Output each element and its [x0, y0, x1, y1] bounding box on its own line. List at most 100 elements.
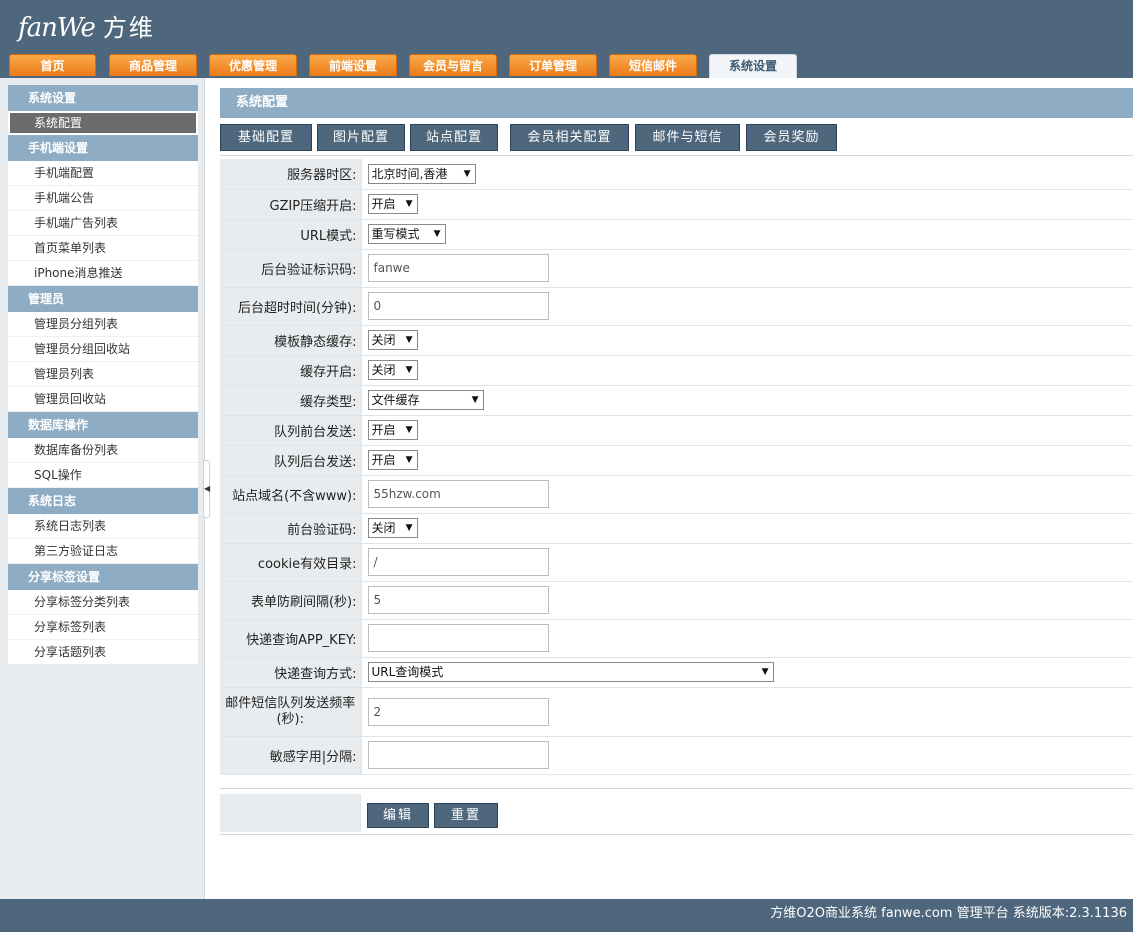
field-label: 快递查询方式:	[220, 657, 362, 688]
footer: 方维O2O商业系统 fanwe.com 管理平台 系统版本:2.3.1136	[0, 899, 1133, 932]
nav-tab-home[interactable]: 首页	[9, 54, 96, 76]
queue-frequency-input[interactable]: 2	[367, 697, 549, 726]
sidebar-item-system-logs[interactable]: 系统日志列表	[8, 514, 198, 539]
form-row-site-domain: 站点域名(不含www): 55hzw.com	[220, 475, 1133, 514]
nav-tab-goods[interactable]: 商品管理	[109, 54, 197, 76]
tab-basic-config[interactable]: 基础配置	[220, 124, 312, 151]
caret-down-icon: ▼	[405, 365, 413, 375]
sidebar-item-db-backup[interactable]: 数据库备份列表	[8, 438, 198, 463]
select-value: 开启	[371, 197, 396, 211]
caret-down-icon: ▼	[433, 229, 441, 239]
select-value: 关闭	[371, 363, 396, 377]
field-label: GZIP压缩开启:	[220, 189, 362, 220]
sidebar-item-topic-list[interactable]: 分享话题列表	[8, 640, 198, 665]
gzip-select[interactable]: 开启 ▼	[367, 194, 418, 214]
nav-tab-members[interactable]: 会员与留言	[409, 54, 497, 76]
form-row-cookie-path: cookie有效目录: /	[220, 543, 1133, 582]
nav-tab-orders[interactable]: 订单管理	[509, 54, 597, 76]
sidebar-group-mobile[interactable]: 手机端设置	[8, 135, 198, 161]
tab-site-config[interactable]: 站点配置	[410, 124, 498, 151]
url-mode-select[interactable]: 重写模式 ▼	[367, 224, 446, 244]
form-row-sensitive-words: 敏感字用|分隔:	[220, 736, 1133, 775]
edit-button[interactable]: 编辑	[367, 803, 429, 828]
sidebar-item-admin-groups-trash[interactable]: 管理员分组回收站	[8, 337, 198, 362]
main-content: 系统配置 基础配置 图片配置 站点配置 会员相关配置 邮件与短信 会员奖励 服务…	[220, 88, 1133, 775]
select-value: 关闭	[371, 333, 396, 347]
tab-image-config[interactable]: 图片配置	[317, 124, 405, 151]
sidebar-item-mobile-notice[interactable]: 手机端公告	[8, 186, 198, 211]
cache-type-select[interactable]: 文件缓存 ▼	[367, 390, 484, 410]
form-interval-input[interactable]: 5	[367, 586, 549, 614]
caret-down-icon: ▼	[405, 425, 413, 435]
sidebar-item-sql[interactable]: SQL操作	[8, 463, 198, 488]
form-row-admin-auth-code: 后台验证标识码: fanwe	[220, 249, 1133, 288]
front-captcha-select[interactable]: 关闭 ▼	[367, 518, 418, 538]
field-label: 表单防刷间隔(秒):	[220, 581, 362, 620]
sidebar-group-logs[interactable]: 系统日志	[8, 488, 198, 514]
sidebar-item-tag-list[interactable]: 分享标签列表	[8, 615, 198, 640]
tab-mail-sms[interactable]: 邮件与短信	[635, 124, 740, 151]
form-row-queue-frequency: 邮件短信队列发送频率(秒): 2	[220, 687, 1133, 737]
caret-down-icon: ▼	[405, 523, 413, 533]
admin-timeout-input[interactable]: 0	[367, 292, 549, 320]
sidebar: 系统设置 系统配置 手机端设置 手机端配置 手机端公告 手机端广告列表 首页菜单…	[0, 78, 205, 899]
sidebar-item-tag-categories[interactable]: 分享标签分类列表	[8, 590, 198, 615]
sidebar-group-system[interactable]: 系统设置	[8, 85, 198, 111]
nav-tab-system[interactable]: 系统设置	[709, 54, 797, 78]
select-value: 关闭	[371, 521, 396, 535]
field-label: 队列前台发送:	[220, 415, 362, 446]
sidebar-item-iphone-push[interactable]: iPhone消息推送	[8, 261, 198, 286]
sidebar-group-database[interactable]: 数据库操作	[8, 412, 198, 438]
form-row-express-mode: 快递查询方式: URL查询模式 ▼	[220, 657, 1133, 688]
nav-tab-promotions[interactable]: 优惠管理	[209, 54, 297, 76]
divider	[220, 155, 1133, 156]
caret-down-icon: ▼	[463, 168, 471, 179]
field-label: cookie有效目录:	[220, 543, 362, 582]
reset-button[interactable]: 重置	[434, 803, 498, 828]
cache-enabled-select[interactable]: 关闭 ▼	[367, 360, 418, 380]
sidebar-item-thirdparty-logs[interactable]: 第三方验证日志	[8, 539, 198, 564]
sidebar-item-mobile-config[interactable]: 手机端配置	[8, 161, 198, 186]
sidebar-item-mobile-ads[interactable]: 手机端广告列表	[8, 211, 198, 236]
config-tabs: 基础配置 图片配置 站点配置 会员相关配置 邮件与短信 会员奖励	[220, 124, 1133, 151]
sidebar-item-admin-groups[interactable]: 管理员分组列表	[8, 312, 198, 337]
express-mode-select[interactable]: URL查询模式 ▼	[367, 662, 774, 682]
queue-back-select[interactable]: 开启 ▼	[367, 450, 418, 470]
form-row-front-captcha: 前台验证码: 关闭 ▼	[220, 513, 1133, 544]
sidebar-item-admin-list[interactable]: 管理员列表	[8, 362, 198, 387]
form-row-cache-enabled: 缓存开启: 关闭 ▼	[220, 355, 1133, 386]
site-domain-input[interactable]: 55hzw.com	[367, 480, 549, 508]
field-label: 队列后台发送:	[220, 445, 362, 476]
tab-member-config[interactable]: 会员相关配置	[510, 124, 629, 151]
sidebar-item-home-menu[interactable]: 首页菜单列表	[8, 236, 198, 261]
express-app-key-input[interactable]	[367, 624, 549, 652]
select-value: 重写模式	[371, 227, 420, 241]
sensitive-words-input[interactable]	[367, 741, 549, 769]
tab-member-rewards[interactable]: 会员奖励	[746, 124, 837, 151]
caret-down-icon: ▼	[405, 335, 413, 345]
field-label: 快递查询APP_KEY:	[220, 619, 362, 658]
form-row-express-app-key: 快递查询APP_KEY:	[220, 619, 1133, 658]
form-row-form-interval: 表单防刷间隔(秒): 5	[220, 581, 1133, 620]
field-label: 缓存类型:	[220, 385, 362, 416]
sidebar-collapse-handle[interactable]: ◀	[203, 460, 210, 518]
field-label: 敏感字用|分隔:	[220, 736, 362, 775]
sidebar-group-share-tags[interactable]: 分享标签设置	[8, 564, 198, 590]
sidebar-group-admin[interactable]: 管理员	[8, 286, 198, 312]
form-row-queue-back: 队列后台发送: 开启 ▼	[220, 445, 1133, 476]
cookie-path-input[interactable]: /	[367, 548, 549, 576]
admin-auth-code-input[interactable]: fanwe	[367, 254, 549, 282]
field-label: 站点域名(不含www):	[220, 475, 362, 514]
template-cache-select[interactable]: 关闭 ▼	[367, 330, 418, 350]
sidebar-item-admin-trash[interactable]: 管理员回收站	[8, 387, 198, 412]
sidebar-item-system-config[interactable]: 系统配置	[10, 113, 196, 133]
nav-tab-sms-email[interactable]: 短信邮件	[609, 54, 697, 76]
timezone-select[interactable]: 北京时间,香港 ▼	[367, 163, 476, 184]
select-value: 北京时间,香港	[371, 166, 448, 181]
queue-front-select[interactable]: 开启 ▼	[367, 420, 418, 440]
nav-tab-frontend[interactable]: 前端设置	[309, 54, 397, 76]
footer-text: 方维O2O商业系统 fanwe.com 管理平台 系统版本:2.3.1136	[770, 906, 1127, 921]
field-label: URL模式:	[220, 219, 362, 250]
top-header: fanWe 方维 首页 商品管理 优惠管理 前端设置 会员与留言 订单管理 短信邮…	[0, 0, 1133, 78]
field-label: 邮件短信队列发送频率(秒):	[220, 687, 362, 737]
